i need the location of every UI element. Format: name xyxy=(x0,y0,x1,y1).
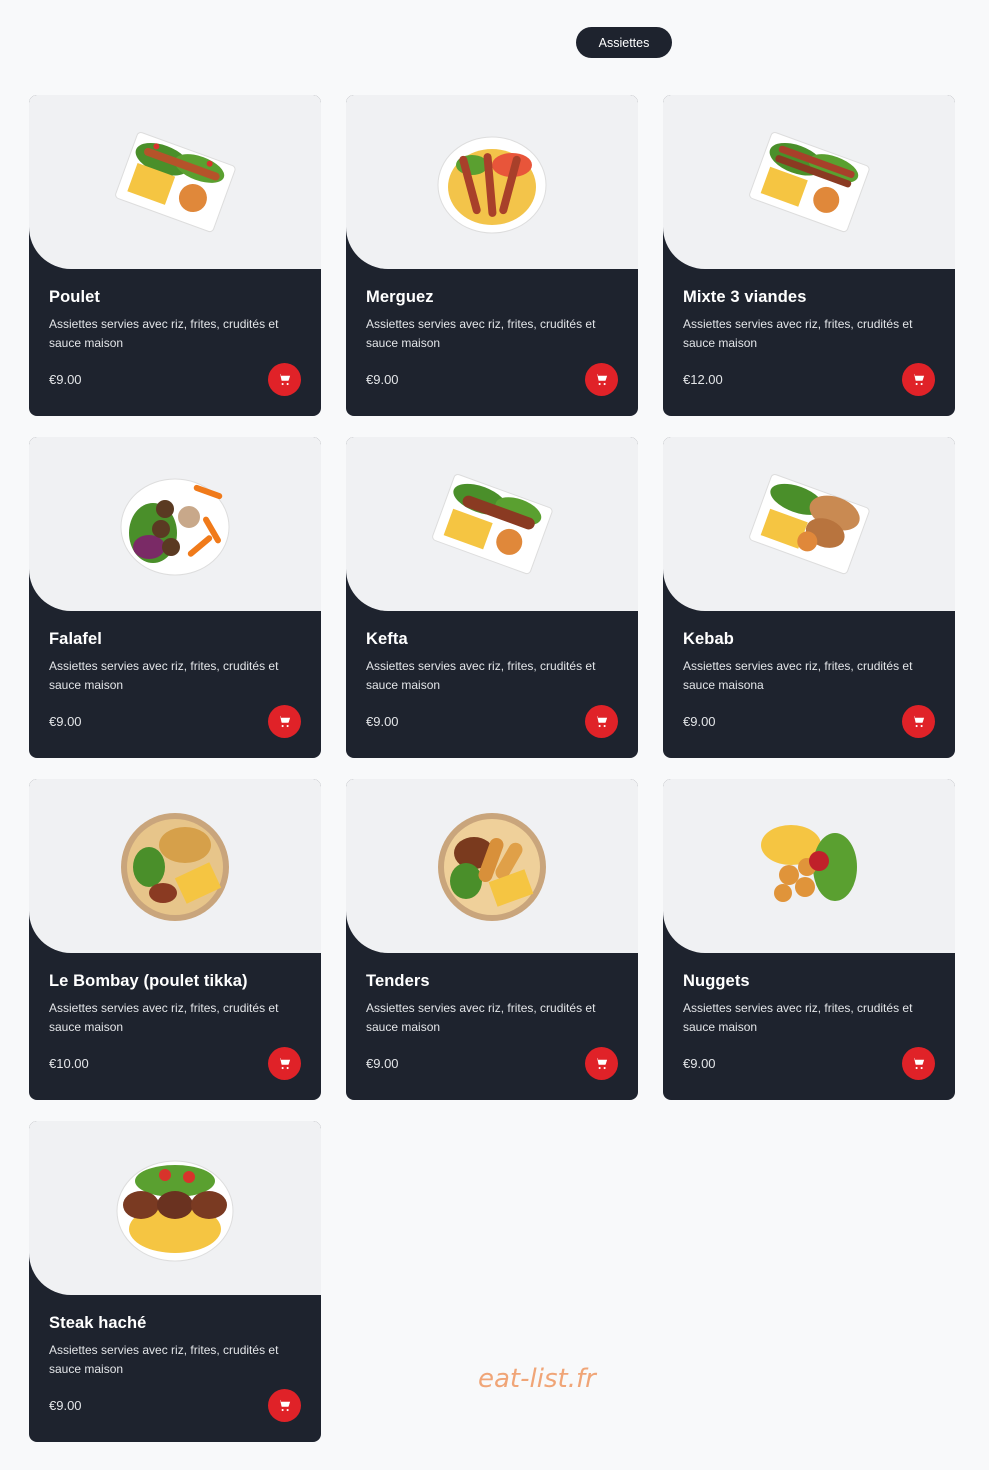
cart-icon xyxy=(595,373,608,386)
item-name: Merguez xyxy=(366,288,434,306)
item-price: €9.00 xyxy=(683,1056,716,1071)
menu-card[interactable]: Kebab Assiettes servies avec riz, frites… xyxy=(663,437,955,758)
item-price: €9.00 xyxy=(366,714,399,729)
item-description: Assiettes servies avec riz, frites, crud… xyxy=(49,1343,279,1376)
item-name: Kefta xyxy=(366,630,408,648)
cart-icon xyxy=(278,1399,291,1412)
food-plate-image xyxy=(422,467,562,582)
add-to-cart-button[interactable] xyxy=(585,705,618,738)
cart-icon xyxy=(912,1057,925,1070)
card-image-area xyxy=(663,779,955,953)
category-tab-assiettes[interactable]: Assiettes xyxy=(576,27,672,58)
card-image-area xyxy=(29,95,321,269)
cart-icon xyxy=(912,715,925,728)
menu-card[interactable]: Kefta Assiettes servies avec riz, frites… xyxy=(346,437,638,758)
item-price: €9.00 xyxy=(49,1398,82,1413)
food-plate-image xyxy=(422,125,562,240)
watermark-text: eat-list.fr xyxy=(478,1364,596,1394)
cart-icon xyxy=(595,1057,608,1070)
food-bowl-image xyxy=(422,809,562,924)
card-image-area xyxy=(29,779,321,953)
item-name: Poulet xyxy=(49,288,101,306)
add-to-cart-button[interactable] xyxy=(585,1047,618,1080)
menu-card[interactable]: Mixte 3 viandes Assiettes servies avec r… xyxy=(663,95,955,416)
item-description: Assiettes servies avec riz, frites, crud… xyxy=(366,659,596,692)
item-description: Assiettes servies avec riz, frites, crud… xyxy=(49,1001,279,1034)
item-name: Mixte 3 viandes xyxy=(683,288,807,306)
item-description: Assiettes servies avec riz, frites, crud… xyxy=(683,659,913,692)
cart-icon xyxy=(595,715,608,728)
item-description: Assiettes servies avec riz, frites, crud… xyxy=(366,317,596,350)
card-image-area xyxy=(346,437,638,611)
menu-card[interactable]: Le Bombay (poulet tikka) Assiettes servi… xyxy=(29,779,321,1100)
food-plate-image xyxy=(105,467,245,582)
menu-card[interactable]: Merguez Assiettes servies avec riz, frit… xyxy=(346,95,638,416)
card-image-area xyxy=(29,1121,321,1295)
item-description: Assiettes servies avec riz, frites, crud… xyxy=(49,317,279,350)
add-to-cart-button[interactable] xyxy=(902,363,935,396)
item-price: €10.00 xyxy=(49,1056,89,1071)
food-plate-image xyxy=(739,467,879,582)
menu-card[interactable]: Falafel Assiettes servies avec riz, frit… xyxy=(29,437,321,758)
item-description: Assiettes servies avec riz, frites, crud… xyxy=(366,1001,596,1034)
food-bowl-image xyxy=(105,809,245,924)
cart-icon xyxy=(278,1057,291,1070)
item-name: Steak haché xyxy=(49,1314,147,1332)
menu-card[interactable]: Poulet Assiettes servies avec riz, frite… xyxy=(29,95,321,416)
item-name: Kebab xyxy=(683,630,734,648)
food-plate-image xyxy=(105,125,245,240)
card-image-area xyxy=(663,437,955,611)
card-image-area xyxy=(346,779,638,953)
item-name: Falafel xyxy=(49,630,102,648)
item-price: €9.00 xyxy=(683,714,716,729)
item-name: Tenders xyxy=(366,972,430,990)
item-price: €9.00 xyxy=(49,372,82,387)
add-to-cart-button[interactable] xyxy=(902,705,935,738)
add-to-cart-button[interactable] xyxy=(268,1389,301,1422)
card-image-area xyxy=(663,95,955,269)
item-name: Le Bombay (poulet tikka) xyxy=(49,972,248,990)
add-to-cart-button[interactable] xyxy=(268,1047,301,1080)
card-image-area xyxy=(346,95,638,269)
item-price: €9.00 xyxy=(366,372,399,387)
menu-card[interactable]: Steak haché Assiettes servies avec riz, … xyxy=(29,1121,321,1442)
food-plate-image xyxy=(739,809,879,924)
add-to-cart-button[interactable] xyxy=(585,363,618,396)
food-plate-image xyxy=(105,1151,245,1266)
item-price: €12.00 xyxy=(683,372,723,387)
item-price: €9.00 xyxy=(366,1056,399,1071)
item-description: Assiettes servies avec riz, frites, crud… xyxy=(683,1001,913,1034)
menu-card[interactable]: Nuggets Assiettes servies avec riz, frit… xyxy=(663,779,955,1100)
menu-card[interactable]: Tenders Assiettes servies avec riz, frit… xyxy=(346,779,638,1100)
cart-icon xyxy=(278,373,291,386)
item-description: Assiettes servies avec riz, frites, crud… xyxy=(49,659,279,692)
item-price: €9.00 xyxy=(49,714,82,729)
cart-icon xyxy=(278,715,291,728)
add-to-cart-button[interactable] xyxy=(268,705,301,738)
card-image-area xyxy=(29,437,321,611)
food-plate-image xyxy=(739,125,879,240)
add-to-cart-button[interactable] xyxy=(902,1047,935,1080)
cart-icon xyxy=(912,373,925,386)
add-to-cart-button[interactable] xyxy=(268,363,301,396)
item-description: Assiettes servies avec riz, frites, crud… xyxy=(683,317,913,350)
menu-grid: Poulet Assiettes servies avec riz, frite… xyxy=(29,95,955,1442)
item-name: Nuggets xyxy=(683,972,750,990)
